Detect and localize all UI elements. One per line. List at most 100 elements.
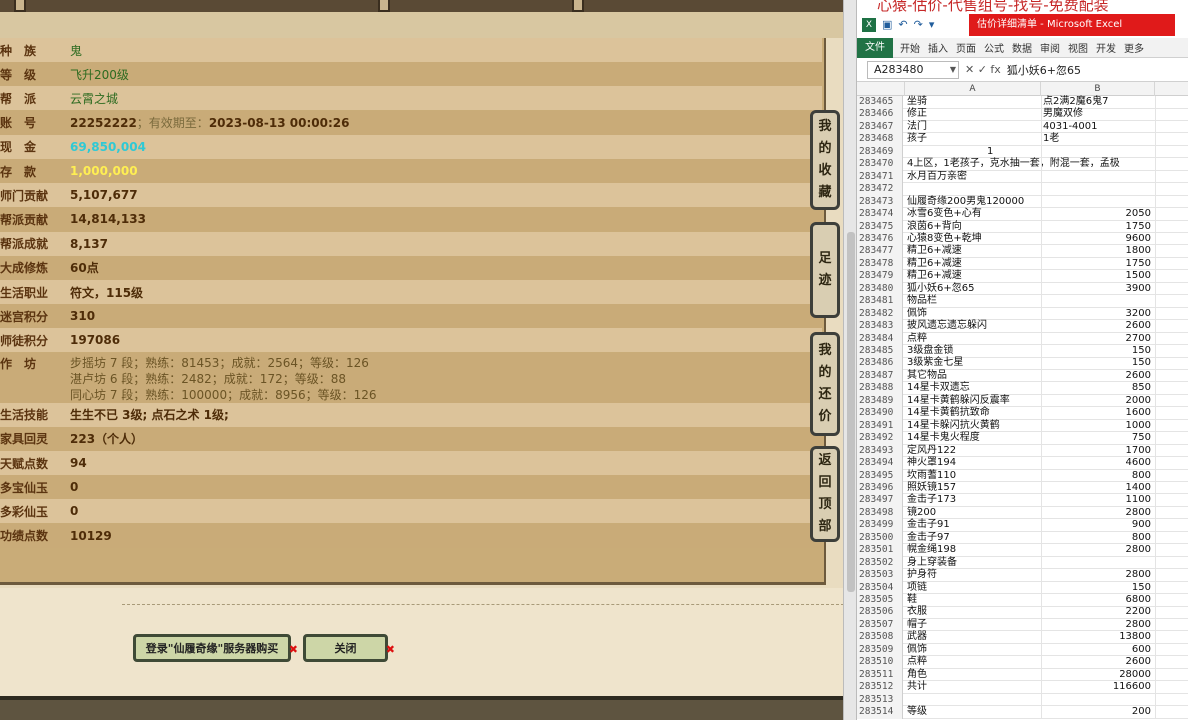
cell-b[interactable]: 150: [1043, 345, 1155, 358]
cell-a[interactable]: 仙履奇缘200男鬼120000: [907, 196, 1041, 209]
row-number[interactable]: 283512: [857, 681, 903, 694]
row-number[interactable]: 283514: [857, 706, 903, 719]
cell-a[interactable]: 其它物品: [907, 370, 1041, 383]
cell-a[interactable]: 精卫6+减速: [907, 258, 1041, 271]
undo-icon[interactable]: ↶: [898, 18, 907, 32]
sheet-row[interactable]: 283471 水月百万亲密: [857, 170, 1188, 184]
sheet-row[interactable]: 283479 精卫6+减速 1500: [857, 270, 1188, 283]
row-number[interactable]: 283487: [857, 369, 903, 383]
cell-b[interactable]: 3200: [1043, 308, 1155, 321]
cell-a[interactable]: 武器: [907, 631, 1041, 644]
cell-a[interactable]: 鞋: [907, 594, 1041, 607]
sheet-row[interactable]: 283514 等级 200: [857, 706, 1188, 719]
row-number[interactable]: 283473: [857, 195, 903, 209]
cell-b[interactable]: 600: [1043, 644, 1155, 657]
row-number[interactable]: 283495: [857, 469, 903, 482]
login-server-buy-button[interactable]: 登录"仙履奇缘"服务器购买 ✖: [133, 634, 298, 662]
footprint-button[interactable]: 足迹: [810, 222, 840, 318]
sheet-row[interactable]: 283490 14星卡黄鹤抗致命 1600: [857, 407, 1188, 420]
back-to-top-button[interactable]: 返回顶部: [810, 446, 840, 542]
cell-b[interactable]: 850: [1043, 382, 1155, 395]
cell-a[interactable]: 冰雪6变色+心有: [907, 208, 1041, 221]
cell-a[interactable]: 点粹: [907, 656, 1041, 669]
row-number[interactable]: 283489: [857, 394, 903, 408]
row-number[interactable]: 283501: [857, 544, 903, 557]
row-number[interactable]: 283499: [857, 519, 903, 532]
cell-a[interactable]: 照妖镜157: [907, 482, 1041, 495]
cell-b[interactable]: 1700: [1043, 445, 1155, 458]
cell-b[interactable]: 200: [1043, 706, 1155, 719]
cell-a[interactable]: 孩子: [907, 133, 1041, 146]
sheet-row[interactable]: 283506 衣服 2200: [857, 606, 1188, 619]
row-number[interactable]: 283465: [857, 96, 903, 109]
cell-b[interactable]: 1: [987, 146, 1099, 159]
sheet-row[interactable]: 283510 点粹 2600: [857, 656, 1188, 669]
ribbon-tab[interactable]: 页面: [952, 40, 980, 55]
cell-a[interactable]: 幌金绳198: [907, 544, 1041, 557]
sheet-row[interactable]: 283499 金击子91 900: [857, 519, 1188, 532]
cell-b[interactable]: 800: [1043, 532, 1155, 545]
close-button[interactable]: 关闭 ✖: [303, 634, 395, 662]
cell-b[interactable]: 2800: [1043, 507, 1155, 520]
cell-b[interactable]: 2000: [1043, 395, 1155, 408]
cell-a[interactable]: 护身符: [907, 569, 1041, 582]
sheet-row[interactable]: 283500 金击子97 800: [857, 531, 1188, 545]
cell-a[interactable]: 14星卡黄鹤躲闪反震率: [907, 395, 1041, 408]
cell-b[interactable]: 800: [1043, 470, 1155, 483]
cell-a[interactable]: 水月百万亲密: [907, 171, 1041, 184]
cell-a[interactable]: 衣服: [907, 606, 1041, 619]
cell-b[interactable]: 116600: [1043, 681, 1155, 694]
vertical-scrollbar[interactable]: [843, 0, 857, 720]
sheet-row[interactable]: 283472: [857, 183, 1188, 196]
row-number[interactable]: 283486: [857, 357, 903, 370]
row-number[interactable]: 283506: [857, 606, 903, 619]
cell-a[interactable]: 14星卡鬼火程度: [907, 432, 1041, 445]
sheet-row[interactable]: 283467 法门 4031-4001: [857, 120, 1188, 134]
cell-b[interactable]: 1500: [1043, 270, 1155, 283]
row-number[interactable]: 283469: [857, 145, 903, 159]
cell-a[interactable]: 定风丹122: [907, 445, 1041, 458]
sheet-row[interactable]: 283497 金击子173 1100: [857, 494, 1188, 507]
cell-b[interactable]: 28000: [1043, 669, 1155, 682]
cell-a[interactable]: 身上穿装备: [907, 557, 1041, 570]
cell-b[interactable]: 1100: [1043, 494, 1155, 507]
sheet-row[interactable]: 283503 护身符 2800: [857, 569, 1188, 582]
cell-b[interactable]: 2600: [1043, 320, 1155, 333]
cell-b[interactable]: 男魔双修: [1043, 108, 1155, 121]
cell-a[interactable]: 精卫6+减速: [907, 245, 1041, 258]
cell-a[interactable]: 坐骑: [907, 96, 1041, 109]
cell-a[interactable]: 坎雨蓍110: [907, 470, 1041, 483]
row-number[interactable]: 283496: [857, 481, 903, 495]
row-number[interactable]: 283476: [857, 232, 903, 246]
select-all-corner[interactable]: [857, 82, 905, 96]
row-number[interactable]: 283503: [857, 569, 903, 582]
row-number[interactable]: 283507: [857, 618, 903, 632]
cell-a[interactable]: 修正: [907, 108, 1041, 121]
row-number[interactable]: 283479: [857, 270, 903, 283]
cell-b[interactable]: 750: [1043, 432, 1155, 445]
my-favorites-button[interactable]: 我的收藏: [810, 110, 840, 210]
row-number[interactable]: 283470: [857, 158, 903, 171]
sheet-row[interactable]: 283512 共计 116600: [857, 681, 1188, 694]
name-box[interactable]: A283480 ▼: [867, 60, 959, 79]
ribbon-tab[interactable]: 开始: [896, 40, 924, 55]
sheet-row[interactable]: 283513: [857, 693, 1188, 707]
sheet-row[interactable]: 283507 帽子 2800: [857, 618, 1188, 632]
cell-a[interactable]: 项链: [907, 582, 1041, 595]
sheet-row[interactable]: 283477 精卫6+减速 1800: [857, 245, 1188, 258]
row-number[interactable]: 283494: [857, 457, 903, 470]
cell-a[interactable]: 镜200: [907, 507, 1041, 520]
cell-b[interactable]: 点2满2魔6鬼7: [1043, 96, 1155, 109]
row-number[interactable]: 283467: [857, 120, 903, 134]
sheet-row[interactable]: 283480 狐小妖6+忽65 3900: [857, 282, 1188, 296]
sheet-row[interactable]: 283466 修正 男魔双修: [857, 108, 1188, 121]
row-number[interactable]: 283513: [857, 693, 903, 707]
row-number[interactable]: 283474: [857, 208, 903, 221]
sheet-row[interactable]: 283470 4上区，1老孩子，克水抽一套，附混一套，孟极: [857, 158, 1188, 171]
row-number[interactable]: 283483: [857, 320, 903, 333]
cell-a[interactable]: 等级: [907, 706, 1041, 719]
sheet-row[interactable]: 283486 3级紫金七星 150: [857, 357, 1188, 370]
row-number[interactable]: 283485: [857, 345, 903, 358]
cell-b[interactable]: 6800: [1043, 594, 1155, 607]
sheet-row[interactable]: 283481 物品栏: [857, 295, 1188, 308]
